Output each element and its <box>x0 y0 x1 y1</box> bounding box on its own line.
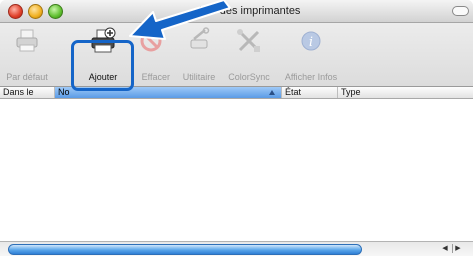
pointer-arrow-icon <box>129 0 231 40</box>
column-type[interactable]: Type <box>338 87 473 98</box>
zoom-button[interactable] <box>48 4 63 19</box>
sort-ascending-icon <box>269 90 275 95</box>
minimize-button[interactable] <box>28 4 43 19</box>
title-bar[interactable]: iste des imprimantes <box>0 0 473 23</box>
scroll-right-icon[interactable]: ▶ <box>452 244 463 253</box>
column-in-menu[interactable]: Dans le <box>0 87 55 98</box>
delete-printer-label: Effacer <box>141 72 170 82</box>
show-info-button[interactable]: i Afficher Infos <box>276 23 346 86</box>
column-name-label: No <box>58 87 70 97</box>
printer-list[interactable] <box>0 99 473 241</box>
printer-list-window: iste des imprimantes Par défaut Ajouter <box>0 0 473 256</box>
svg-text:i: i <box>309 35 313 50</box>
utility-label: Utilitaire <box>182 72 216 82</box>
column-state[interactable]: État <box>282 87 338 98</box>
printer-default-icon <box>16 29 38 52</box>
default-printer-button[interactable]: Par défaut <box>2 23 52 86</box>
show-info-label: Afficher Infos <box>284 72 338 82</box>
add-button-highlight <box>71 40 134 91</box>
info-icon: i <box>301 31 321 51</box>
close-button[interactable] <box>8 4 23 19</box>
scrollbar-thumb[interactable] <box>8 244 362 255</box>
default-printer-label: Par défaut <box>6 72 48 82</box>
horizontal-scrollbar[interactable]: ◀ ▶ <box>0 241 473 256</box>
column-header: Dans le No État Type <box>0 87 473 99</box>
colorsync-label: ColorSync <box>228 72 270 82</box>
toolbar-toggle-button[interactable] <box>452 6 469 16</box>
scroll-left-icon[interactable]: ◀ <box>440 244 450 253</box>
colorsync-icon <box>237 29 260 52</box>
